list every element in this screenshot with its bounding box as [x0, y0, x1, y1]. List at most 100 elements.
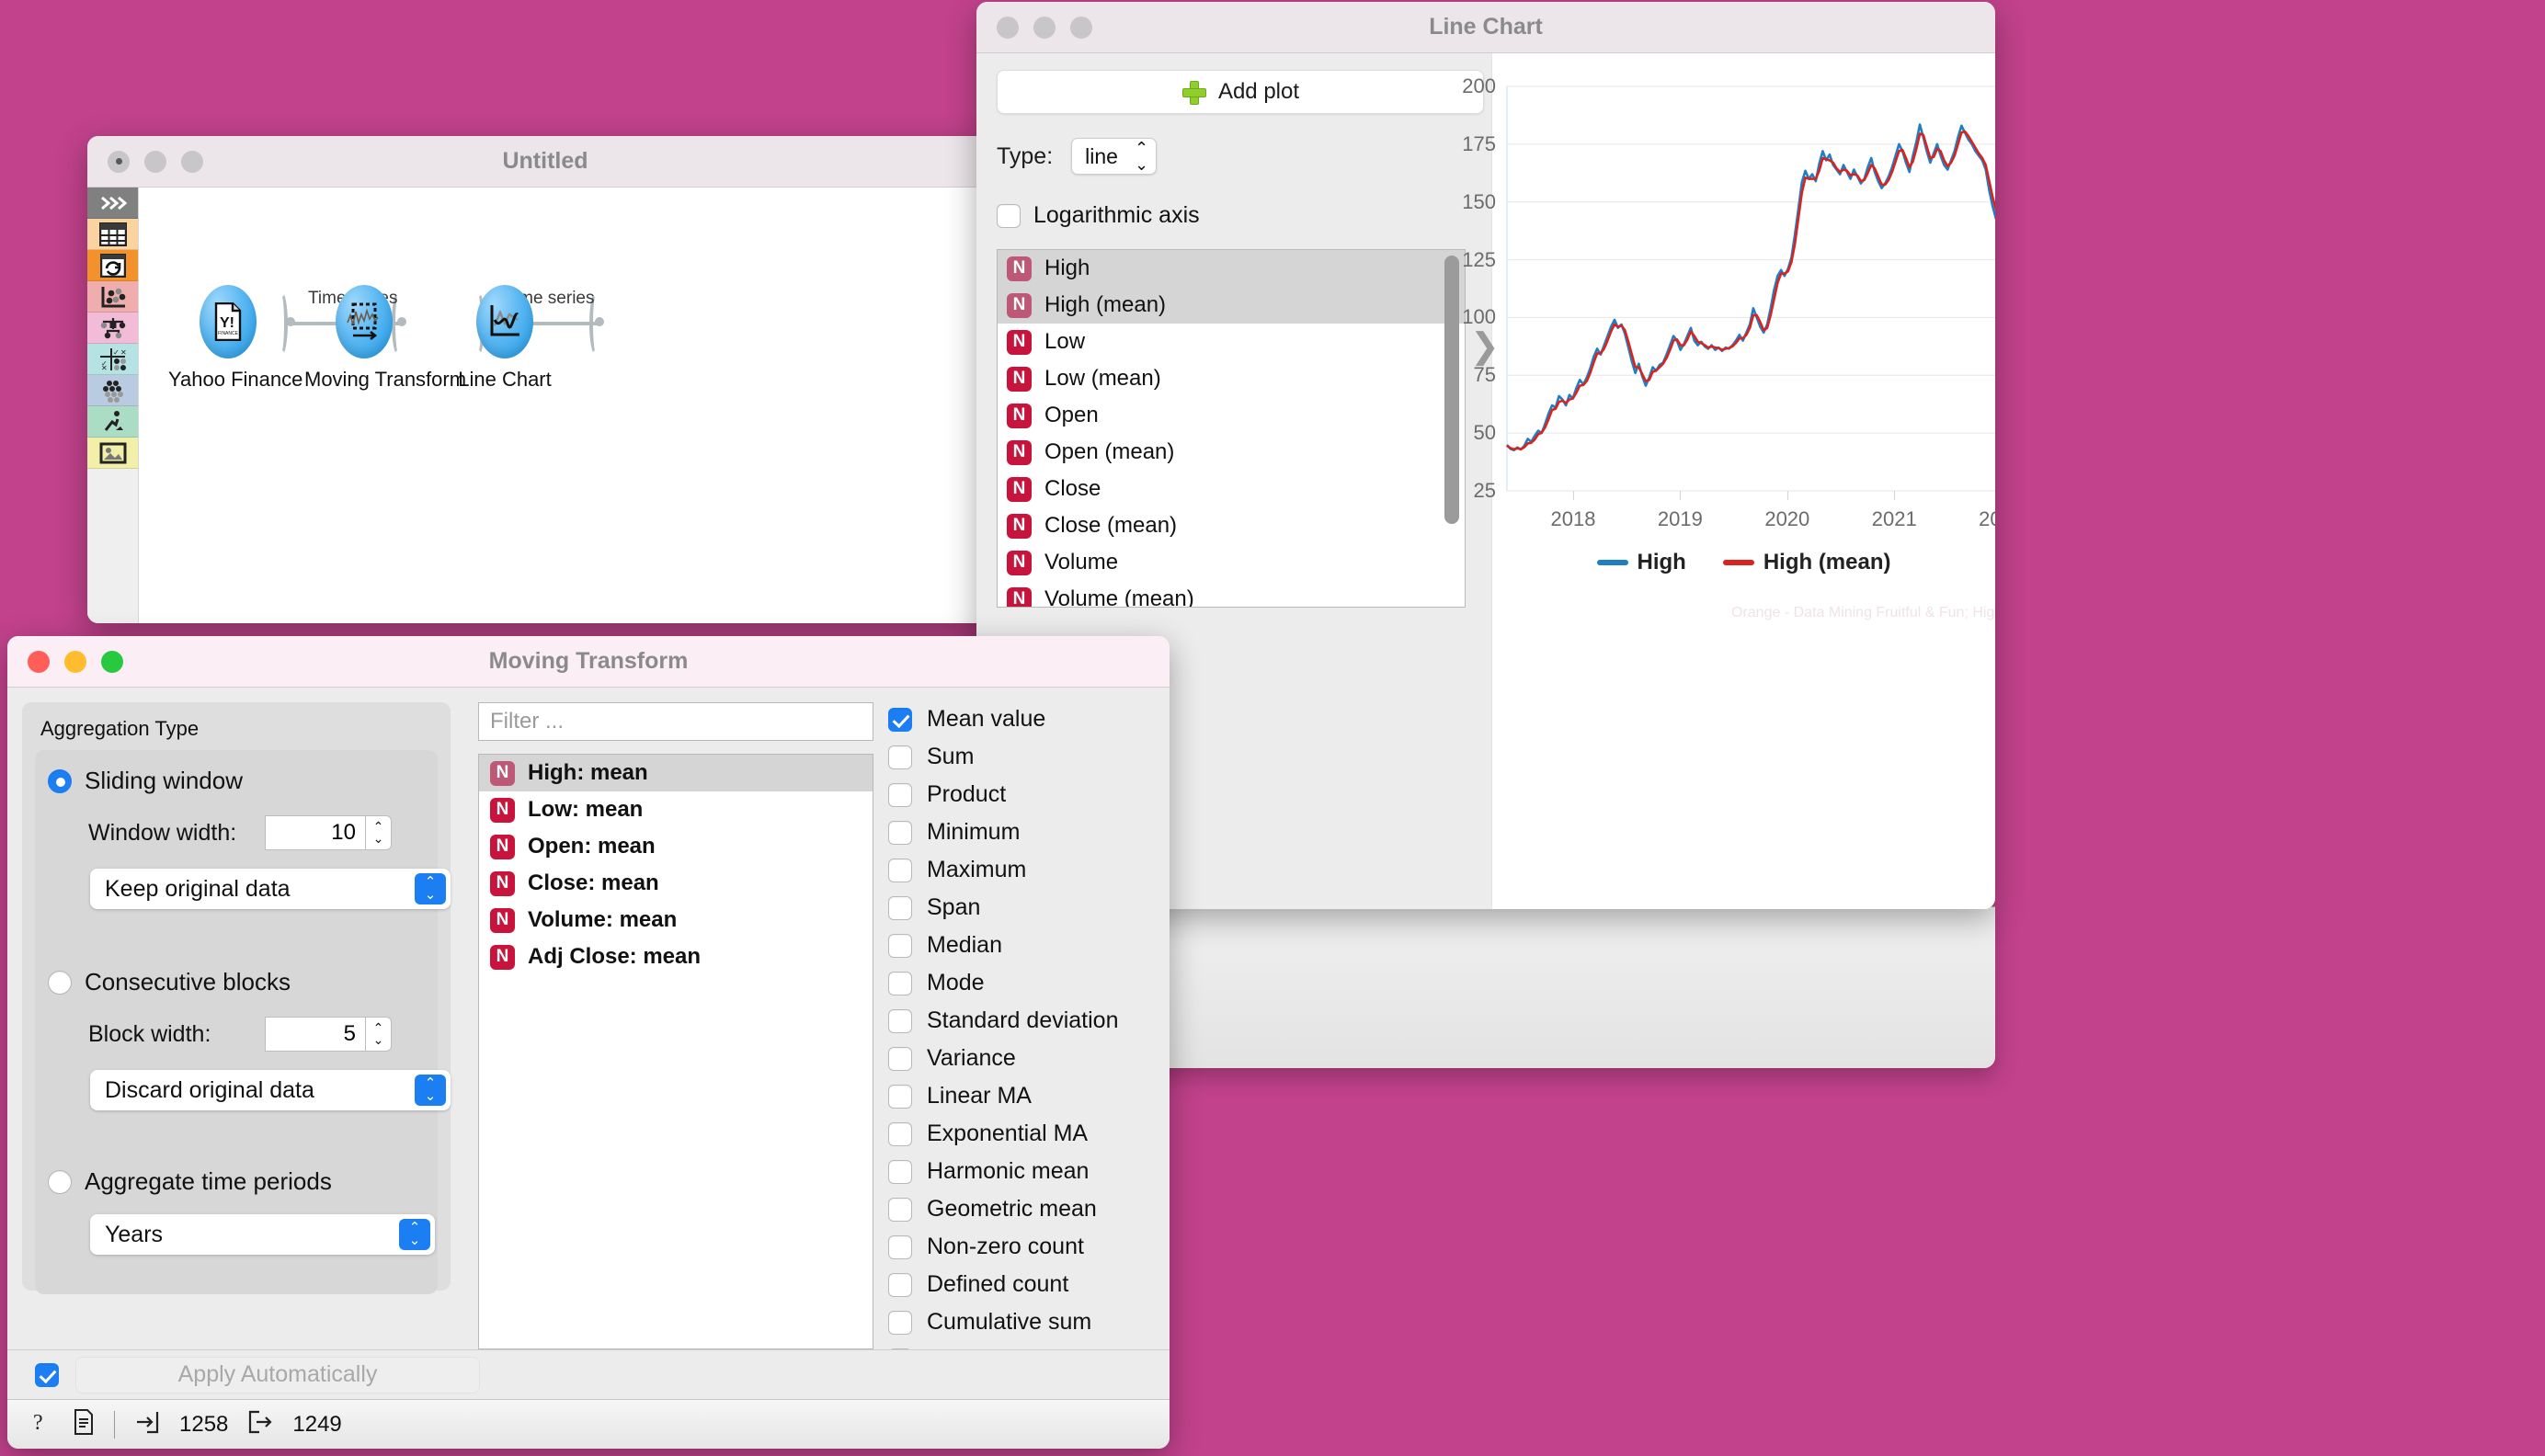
list-item[interactable]: N Open: [998, 397, 1465, 434]
aggregation-option[interactable]: Sum: [888, 738, 1170, 776]
aggregation-checkbox[interactable]: [888, 895, 912, 920]
aggregation-checkbox[interactable]: [888, 1046, 912, 1071]
aggregation-checkbox[interactable]: [888, 820, 912, 845]
block-width-stepper[interactable]: ⌃⌄: [265, 1017, 392, 1052]
workflow-canvas[interactable]: Time series Time series Y!FINANCE Yahoo …: [139, 188, 1003, 623]
aggregation-option[interactable]: Mean value: [888, 700, 1170, 738]
window-width-input[interactable]: [265, 815, 366, 850]
report-icon[interactable]: [74, 1409, 94, 1439]
aggregation-option[interactable]: Variance: [888, 1040, 1170, 1077]
aggregation-option[interactable]: Cumulative sum: [888, 1303, 1170, 1341]
add-plot-button[interactable]: Add plot: [997, 70, 1484, 114]
help-icon[interactable]: ?: [31, 1409, 53, 1439]
list-item[interactable]: N Volume: mean: [479, 902, 873, 938]
list-item[interactable]: N Volume (mean): [998, 581, 1465, 607]
variable-list-scrollbar[interactable]: [1444, 256, 1459, 524]
maximize-button[interactable]: [1070, 16, 1092, 39]
list-item[interactable]: N High (mean): [998, 287, 1465, 324]
aggregation-option[interactable]: Standard deviation: [888, 1002, 1170, 1040]
aggregation-option[interactable]: Maximum: [888, 851, 1170, 889]
aggregate-time-periods-radio[interactable]: [48, 1169, 72, 1194]
aggregation-checkbox[interactable]: [888, 1197, 912, 1222]
list-item[interactable]: N Volume: [998, 544, 1465, 581]
discard-original-select[interactable]: Discard original data ⌃ ⌄: [90, 1070, 451, 1110]
close-button[interactable]: [108, 150, 130, 173]
aggregation-option[interactable]: Linear MA: [888, 1077, 1170, 1115]
log-axis-row[interactable]: Logarithmic axis: [997, 202, 1469, 229]
aggregation-checkbox[interactable]: [888, 1159, 912, 1184]
aggregation-checkbox[interactable]: [888, 707, 912, 732]
aggregation-checkbox[interactable]: [888, 933, 912, 958]
data-table-icon[interactable]: [87, 219, 138, 250]
close-button[interactable]: [997, 16, 1019, 39]
expand-chevron-icon[interactable]: ❯: [1470, 325, 1500, 367]
list-item[interactable]: N Adj Close: mean: [479, 938, 873, 975]
aggregation-option[interactable]: Span: [888, 889, 1170, 927]
minimize-button[interactable]: [1033, 16, 1056, 39]
unsupervised-icon[interactable]: [87, 375, 138, 406]
list-item[interactable]: N Low (mean): [998, 360, 1465, 397]
list-item[interactable]: N Close (mean): [998, 507, 1465, 544]
aggregation-checkbox[interactable]: [888, 782, 912, 807]
list-item[interactable]: N High: [998, 250, 1465, 287]
legend-item[interactable]: High (mean): [1722, 550, 1891, 575]
block-width-spin-buttons[interactable]: ⌃ ⌄: [366, 1017, 392, 1052]
aggregation-checkbox[interactable]: [888, 1310, 912, 1335]
list-item[interactable]: N Close: mean: [479, 865, 873, 902]
option-sliding-window[interactable]: Sliding window: [48, 767, 425, 795]
model-tree-icon[interactable]: [87, 313, 138, 344]
aggregation-option[interactable]: Product: [888, 776, 1170, 813]
collapse-chevrons-icon[interactable]: [87, 188, 138, 219]
aggregation-option[interactable]: Geometric mean: [888, 1190, 1170, 1228]
aggregation-checkbox[interactable]: [888, 1234, 912, 1259]
visualize-scatter-icon[interactable]: [87, 281, 138, 313]
option-consecutive-blocks[interactable]: Consecutive blocks: [48, 968, 425, 996]
aggregation-option[interactable]: Median: [888, 927, 1170, 964]
aggregation-option[interactable]: Exponential MA: [888, 1115, 1170, 1153]
legend-item[interactable]: High: [1596, 550, 1686, 575]
maximize-button[interactable]: [181, 150, 203, 173]
aggregation-checkbox[interactable]: [888, 858, 912, 882]
node-moving-transform[interactable]: Moving Transform: [304, 285, 466, 392]
period-select[interactable]: Years ⌃ ⌄: [90, 1214, 435, 1255]
log-axis-checkbox[interactable]: [997, 203, 1021, 228]
aggregation-checkbox[interactable]: [888, 1272, 912, 1297]
aggregation-checkbox[interactable]: [888, 745, 912, 769]
apply-button[interactable]: Apply Automatically: [75, 1356, 480, 1393]
aggregation-option[interactable]: Harmonic mean: [888, 1153, 1170, 1190]
type-select[interactable]: line ⌃ ⌄: [1071, 138, 1158, 175]
window-controls[interactable]: [87, 150, 203, 173]
minimize-button[interactable]: [64, 650, 86, 673]
aggregation-checkbox[interactable]: [888, 1008, 912, 1033]
aggregation-checkbox[interactable]: [888, 1121, 912, 1146]
list-item[interactable]: N Low: mean: [479, 791, 873, 828]
aggregation-checkbox[interactable]: [888, 1084, 912, 1109]
close-button[interactable]: [28, 650, 50, 673]
chart-legend[interactable]: High High (mean): [1492, 550, 1995, 575]
node-yahoo-finance[interactable]: Y! FINANCE Yahoo Finance: [168, 285, 302, 392]
aggregation-option[interactable]: Minimum: [888, 813, 1170, 851]
window-controls[interactable]: [7, 650, 123, 673]
minimize-button[interactable]: [144, 150, 166, 173]
list-item[interactable]: N High: mean: [479, 755, 873, 791]
aggregation-option[interactable]: Non-zero count: [888, 1228, 1170, 1266]
aggregation-option[interactable]: Mode: [888, 964, 1170, 1002]
aggregation-checkbox[interactable]: [888, 971, 912, 995]
list-item[interactable]: N Close: [998, 471, 1465, 507]
variable-list[interactable]: N High N High (mean) N Low N Low (mean) N Open N Op…: [997, 249, 1466, 608]
apply-automatically-checkbox[interactable]: [35, 1362, 59, 1387]
maximize-button[interactable]: [101, 650, 123, 673]
transform-icon[interactable]: [87, 250, 138, 281]
list-item[interactable]: N Open (mean): [998, 434, 1465, 471]
consecutive-blocks-radio[interactable]: [48, 970, 72, 995]
variable-aggregation-list[interactable]: N High: mean N Low: mean N Open: mean N Close: …: [478, 754, 873, 1349]
evaluate-icon[interactable]: ✓ ✕ ✓ ✕: [87, 344, 138, 375]
node-line-chart[interactable]: Line Chart: [445, 285, 565, 392]
image-analytics-icon[interactable]: [87, 438, 138, 469]
filter-input[interactable]: Filter ...: [478, 702, 873, 741]
aggregation-option[interactable]: Defined count: [888, 1266, 1170, 1303]
list-item[interactable]: N Open: mean: [479, 828, 873, 865]
geo-icon[interactable]: [87, 406, 138, 438]
keep-original-select[interactable]: Keep original data ⌃ ⌄: [90, 869, 451, 909]
list-item[interactable]: N Low: [998, 324, 1465, 360]
